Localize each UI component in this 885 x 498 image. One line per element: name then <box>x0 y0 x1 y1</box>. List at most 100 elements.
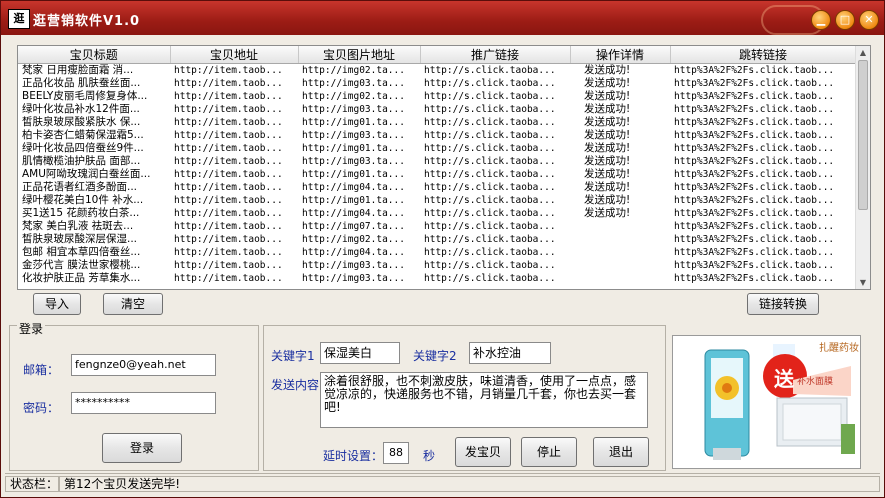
table-row[interactable]: 绿叶化妆品补水12件面... http://item.taob... http://… <box>18 103 856 116</box>
cell-image-url: http://img02.ta... <box>302 234 405 245</box>
cell-item-url: http://item.taob... <box>174 143 283 154</box>
cell-status: 发送成功! <box>584 116 631 128</box>
table-row[interactable]: 包邮 相宜本草四倍蚕丝... http://item.taob... http://… <box>18 246 856 259</box>
email-input[interactable]: fengnze0@yeah.net <box>71 354 216 376</box>
cell-promo-link: http://s.click.taoba... <box>424 117 556 128</box>
table-row[interactable]: BEELY皮丽毛周修复身体... http://item.taob... http:… <box>18 90 856 103</box>
password-input[interactable]: ********** <box>71 392 216 414</box>
keyword2-input[interactable]: 补水控油 <box>469 342 551 364</box>
cell-status: 发送成功! <box>584 194 631 206</box>
table-row[interactable]: 金莎代言 膜法世家樱桃... http://item.taob... http://… <box>18 259 856 272</box>
cell-item-url: http://item.taob... <box>174 273 283 284</box>
table-row[interactable]: 绿叶樱花美白10件 补水... http://item.taob... http:/… <box>18 194 856 207</box>
cell-image-url: http://img02.ta... <box>302 91 405 102</box>
scroll-up-icon[interactable]: ▲ <box>856 46 870 59</box>
content-textarea[interactable]: 涂着很舒服，也不刺激皮肤，味道清香，使用了一点点，感觉凉凉的，快递服务也不错，月… <box>320 372 648 428</box>
table-row[interactable]: 正品花语者红酒多酚面... http://item.taob... http://i… <box>18 181 856 194</box>
keyword1-label: 关键字1 <box>271 349 315 363</box>
scroll-thumb[interactable] <box>858 60 868 210</box>
password-label: 密码： <box>23 401 60 415</box>
login-group-label: 登录 <box>17 320 46 337</box>
table-row[interactable]: 皙肤泉玻尿酸紧肤水 保... http://item.taob... http://… <box>18 116 856 129</box>
cell-promo-link: http://s.click.taoba... <box>424 78 556 89</box>
cell-title: 肌情橄榄油护肤品 面部... <box>22 155 141 167</box>
minimize-button[interactable]: ▁ <box>811 10 831 30</box>
cell-promo-link: http://s.click.taoba... <box>424 130 556 141</box>
cell-item-url: http://item.taob... <box>174 91 283 102</box>
col-header-item-url[interactable]: 宝贝地址 <box>170 46 299 64</box>
cell-title: 皙肤泉玻尿酸紧肤水 保... <box>22 116 141 128</box>
ad-image[interactable]: 扎醒药妆 送 补水面膜 <box>672 335 861 469</box>
convert-links-button[interactable]: 链接转换 <box>747 293 819 315</box>
cell-image-url: http://img03.ta... <box>302 260 405 271</box>
cell-title: 皙肤泉玻尿酸深层保湿... <box>22 233 138 245</box>
table-row[interactable]: 化妆护肤正品 芳草集水... http://item.taob... http://… <box>18 272 856 285</box>
table-row[interactable]: 绿叶化妆品四倍蚕丝9件... http://item.taob... http://… <box>18 142 856 155</box>
cell-item-url: http://item.taob... <box>174 78 283 89</box>
col-header-title[interactable]: 宝贝标题 <box>18 46 171 64</box>
import-button[interactable]: 导入 <box>33 293 81 315</box>
table-row[interactable]: AMU阿呦玫瑰润白蚕丝面... http://item.taob... http:/… <box>18 168 856 181</box>
cell-title: 正品化妆品 肌肤蚕丝面... <box>22 77 141 89</box>
delay-unit-label: 秒 <box>423 449 436 463</box>
cell-image-url: http://img03.ta... <box>302 78 405 89</box>
cell-image-url: http://img01.ta... <box>302 117 405 128</box>
table-row[interactable]: 买1送15 花颜药妆白茶... http://item.taob... http:/… <box>18 207 856 220</box>
cell-status: 发送成功! <box>584 77 631 89</box>
cell-promo-link: http://s.click.taoba... <box>424 65 556 76</box>
send-items-button[interactable]: 发宝贝 <box>455 437 511 467</box>
table-scrollbar[interactable]: ▲ ▼ <box>855 46 870 289</box>
cell-item-url: http://item.taob... <box>174 117 283 128</box>
window-title: 逛营销软件V1.0 <box>33 14 141 29</box>
close-button[interactable]: ✕ <box>859 10 879 30</box>
table-row[interactable]: 柏卡姿杏仁蜡菊保湿霜5... http://item.taob... http://… <box>18 129 856 142</box>
cell-redirect-link: http%3A%2F%2Fs.click.taob... <box>674 91 835 102</box>
cell-promo-link: http://s.click.taoba... <box>424 195 556 206</box>
col-header-promo-link[interactable]: 推广链接 <box>420 46 571 64</box>
col-header-redirect-link[interactable]: 跳转链接 <box>670 46 857 64</box>
cell-item-url: http://item.taob... <box>174 65 283 76</box>
status-message: 第12个宝贝发送完毕! <box>59 476 880 492</box>
cell-status: 发送成功! <box>584 207 631 219</box>
cell-redirect-link: http%3A%2F%2Fs.click.taob... <box>674 273 835 284</box>
product-table[interactable]: 宝贝标题 宝贝地址 宝贝图片地址 推广链接 操作详情 跳转链接 梵家 日用瘦脸面… <box>17 45 871 290</box>
cell-redirect-link: http%3A%2F%2Fs.click.taob... <box>674 65 835 76</box>
ad-product-graphic <box>673 336 860 468</box>
table-row[interactable]: 正品化妆品 肌肤蚕丝面... http://item.taob... http://… <box>18 77 856 90</box>
table-row[interactable]: 梵家 日用瘦脸面霜 消... http://item.taob... http://… <box>18 64 856 78</box>
maximize-button[interactable]: □ <box>835 10 855 30</box>
table-row[interactable]: 皙肤泉玻尿酸深层保湿... http://item.taob... http://i… <box>18 233 856 246</box>
cell-promo-link: http://s.click.taoba... <box>424 169 556 180</box>
clear-button[interactable]: 清空 <box>103 293 163 315</box>
cell-item-url: http://item.taob... <box>174 130 283 141</box>
stop-button[interactable]: 停止 <box>521 437 577 467</box>
cell-status <box>570 246 670 259</box>
cell-redirect-link: http%3A%2F%2Fs.click.taob... <box>674 221 835 232</box>
content-label: 发送内容 <box>271 378 320 392</box>
delay-input[interactable]: 88 <box>383 442 409 464</box>
col-header-image-url[interactable]: 宝贝图片地址 <box>298 46 421 64</box>
col-header-status[interactable]: 操作详情 <box>570 46 671 64</box>
cell-status <box>570 259 670 272</box>
cell-status: 发送成功! <box>584 142 631 154</box>
title-bar[interactable]: 逛 逛营销软件V1.0 ▁ □ ✕ <box>1 1 884 35</box>
cell-promo-link: http://s.click.taoba... <box>424 208 556 219</box>
main-window: 逛 逛营销软件V1.0 ▁ □ ✕ 宝贝标题 宝贝地址 宝贝图片地址 推广链接 … <box>0 0 885 498</box>
cell-status: 发送成功! <box>584 155 631 167</box>
cell-title: 化妆护肤正品 芳草集水... <box>22 272 141 284</box>
cell-redirect-link: http%3A%2F%2Fs.click.taob... <box>674 234 835 245</box>
keyword2-label: 关键字2 <box>413 349 457 363</box>
exit-button[interactable]: 退出 <box>593 437 649 467</box>
keyword1-input[interactable]: 保湿美白 <box>320 342 400 364</box>
cell-title: BEELY皮丽毛周修复身体... <box>22 90 148 102</box>
scroll-down-icon[interactable]: ▼ <box>856 276 870 289</box>
cell-item-url: http://item.taob... <box>174 169 283 180</box>
cell-promo-link: http://s.click.taoba... <box>424 156 556 167</box>
cell-item-url: http://item.taob... <box>174 156 283 167</box>
cell-image-url: http://img01.ta... <box>302 195 405 206</box>
cell-status: 发送成功! <box>584 129 631 141</box>
table-row[interactable]: 梵家 美白乳液 祛斑去... http://item.taob... http://… <box>18 220 856 233</box>
login-button[interactable]: 登录 <box>102 433 182 463</box>
status-label: 状态栏： <box>5 476 59 492</box>
table-row[interactable]: 肌情橄榄油护肤品 面部... http://item.taob... http://… <box>18 155 856 168</box>
